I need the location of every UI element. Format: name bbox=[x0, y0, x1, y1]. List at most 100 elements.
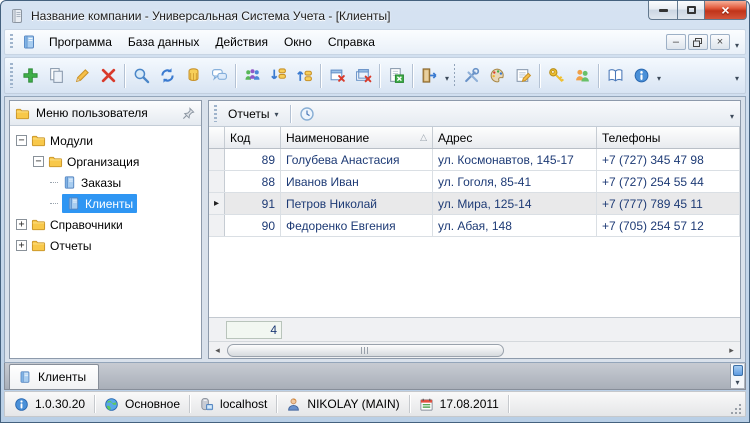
window-title: Название компании - Универсальная Систем… bbox=[31, 9, 391, 23]
exit-dropdown-caret-icon[interactable]: ▾ bbox=[445, 74, 449, 83]
contacts-button[interactable] bbox=[239, 62, 265, 89]
exit-button[interactable] bbox=[416, 62, 442, 89]
pin-icon[interactable] bbox=[181, 106, 196, 121]
cell-code: 89 bbox=[225, 149, 281, 170]
user-value: NIKOLAY (MAIN) bbox=[307, 397, 400, 411]
toolbar-options-caret-icon[interactable]: ▾ bbox=[735, 41, 739, 50]
filter-data-button[interactable] bbox=[180, 62, 206, 89]
about-button[interactable] bbox=[628, 62, 654, 89]
tree-item-spravochniki[interactable]: + Справочники bbox=[12, 214, 199, 235]
users-button[interactable] bbox=[569, 62, 595, 89]
menu-baza-dannyh[interactable]: База данных bbox=[120, 32, 207, 52]
delete-button[interactable] bbox=[95, 62, 121, 89]
copy-button[interactable] bbox=[43, 62, 69, 89]
table-row[interactable]: 88 Иванов Иван ул. Гоголя, 85-41 +7 (727… bbox=[209, 171, 740, 193]
edit-button[interactable] bbox=[69, 62, 95, 89]
expand-box-icon[interactable]: + bbox=[16, 219, 27, 230]
menu-spravka[interactable]: Справка bbox=[320, 32, 383, 52]
edit-form-button[interactable] bbox=[510, 62, 536, 89]
resize-grip-icon[interactable] bbox=[730, 403, 743, 416]
menu-programma[interactable]: Программа bbox=[41, 32, 120, 52]
access-key-button[interactable] bbox=[543, 62, 569, 89]
tab-scroll-down-icon[interactable]: ▾ bbox=[735, 378, 739, 387]
reports-dropdown-button[interactable]: Отчеты ▾ bbox=[221, 104, 286, 124]
add-icon bbox=[22, 68, 38, 83]
column-header-address[interactable]: Адрес bbox=[433, 127, 597, 148]
menu-deystviya[interactable]: Действия bbox=[207, 32, 276, 52]
app-icon bbox=[12, 9, 22, 23]
scheduler-button[interactable] bbox=[295, 103, 319, 125]
document-icon bbox=[64, 176, 75, 189]
user-menu-panel: Меню пользователя − Модули − Организация bbox=[9, 100, 202, 359]
tree-item-zakazy[interactable]: Заказы bbox=[12, 172, 199, 193]
reports-caret-icon: ▾ bbox=[274, 110, 279, 119]
row-count-summary: 4 bbox=[226, 320, 282, 339]
tree-item-label: Справочники bbox=[50, 217, 123, 232]
collapse-box-icon[interactable]: − bbox=[33, 156, 44, 167]
tree-item-otchety[interactable]: + Отчеты bbox=[12, 235, 199, 256]
maximize-button[interactable] bbox=[677, 1, 704, 20]
clients-panel: Отчеты ▾ ▾ Код Наименование △ Адрес Теле… bbox=[208, 100, 741, 359]
cell-phone: +7 (705) 254 57 12 bbox=[597, 215, 740, 236]
help-book-button[interactable] bbox=[602, 62, 628, 89]
toolbar-separator bbox=[539, 63, 541, 88]
settings-button[interactable] bbox=[458, 62, 484, 89]
tree-item-moduli[interactable]: − Модули bbox=[12, 130, 199, 151]
minimize-icon bbox=[658, 8, 668, 12]
tree-item-klienty[interactable]: Клиенты bbox=[12, 193, 199, 214]
date-value: 17.08.2011 bbox=[439, 397, 499, 411]
expand-box-icon[interactable]: + bbox=[16, 240, 27, 251]
mdi-minimize-button[interactable]: – bbox=[665, 34, 686, 50]
tab-scrollbar-thumb[interactable] bbox=[732, 365, 743, 376]
column-header-code[interactable]: Код bbox=[225, 127, 281, 148]
mdi-restore-button[interactable] bbox=[687, 34, 708, 50]
scrollbar-thumb[interactable] bbox=[227, 344, 504, 357]
column-header-name[interactable]: Наименование △ bbox=[281, 127, 433, 148]
toolbar-group-separator bbox=[454, 63, 456, 88]
export-excel-button[interactable] bbox=[383, 62, 409, 89]
refresh-button[interactable] bbox=[154, 62, 180, 89]
delete-icon bbox=[101, 68, 115, 83]
expand-tree-button[interactable] bbox=[265, 62, 291, 89]
tab-label: Клиенты bbox=[38, 370, 87, 384]
menu-okno[interactable]: Окно bbox=[276, 32, 320, 52]
toolbar-separator bbox=[124, 63, 125, 88]
key-icon bbox=[548, 68, 564, 82]
table-row[interactable]: 90 Федоренко Евгения ул. Абая, 148 +7 (7… bbox=[209, 215, 740, 237]
collapse-box-icon[interactable]: − bbox=[16, 135, 27, 146]
column-header-phones[interactable]: Телефоны bbox=[597, 127, 740, 148]
add-button[interactable] bbox=[17, 62, 43, 89]
tree-selected-item[interactable]: Клиенты bbox=[62, 194, 138, 213]
grid-toolbar-overflow-caret-icon[interactable]: ▾ bbox=[730, 112, 734, 121]
tree-item-organizaciya[interactable]: − Организация bbox=[12, 151, 199, 172]
tab-klienty[interactable]: Клиенты bbox=[9, 364, 100, 389]
search-button[interactable] bbox=[128, 62, 154, 89]
minimize-button[interactable] bbox=[648, 1, 677, 20]
cell-code: 90 bbox=[225, 215, 281, 236]
scroll-right-arrow-icon[interactable]: ▸ bbox=[723, 342, 740, 358]
comments-button[interactable] bbox=[206, 62, 232, 89]
close-button[interactable]: × bbox=[704, 1, 747, 20]
drag-grip[interactable] bbox=[10, 33, 13, 51]
menu-bar: Программа База данных Действия Окно Спра… bbox=[4, 29, 746, 55]
tab-scrollbar[interactable]: ▾ bbox=[730, 364, 744, 388]
grid-toolbar-grip[interactable] bbox=[214, 104, 217, 123]
close-all-windows-button[interactable] bbox=[350, 62, 376, 89]
cell-address: ул. Гоголя, 85-41 bbox=[433, 171, 597, 192]
toolbar-drag-grip[interactable] bbox=[10, 63, 13, 88]
table-row-selected[interactable]: ▸ 91 Петров Николай ул. Мира, 125-14 +7 … bbox=[209, 193, 740, 215]
scroll-left-arrow-icon[interactable]: ◂ bbox=[209, 342, 226, 358]
collapse-tree-button[interactable] bbox=[291, 62, 317, 89]
toolbar-separator bbox=[598, 63, 600, 88]
table-row[interactable]: 89 Голубева Анастасия ул. Космонавтов, 1… bbox=[209, 149, 740, 171]
status-database: Основное bbox=[95, 392, 189, 416]
title-bar[interactable]: Название компании - Универсальная Систем… bbox=[1, 1, 749, 28]
mdi-close-button[interactable]: × bbox=[709, 34, 730, 50]
close-window-button[interactable] bbox=[324, 62, 350, 89]
about-dropdown-caret-icon[interactable]: ▾ bbox=[657, 74, 661, 83]
row-indicator-cell bbox=[209, 171, 225, 192]
appearance-button[interactable] bbox=[484, 62, 510, 89]
toolbar-overflow-caret-icon[interactable]: ▾ bbox=[735, 74, 739, 83]
grid-empty-area bbox=[209, 237, 740, 317]
horizontal-scrollbar[interactable]: ◂ ▸ bbox=[209, 341, 740, 358]
